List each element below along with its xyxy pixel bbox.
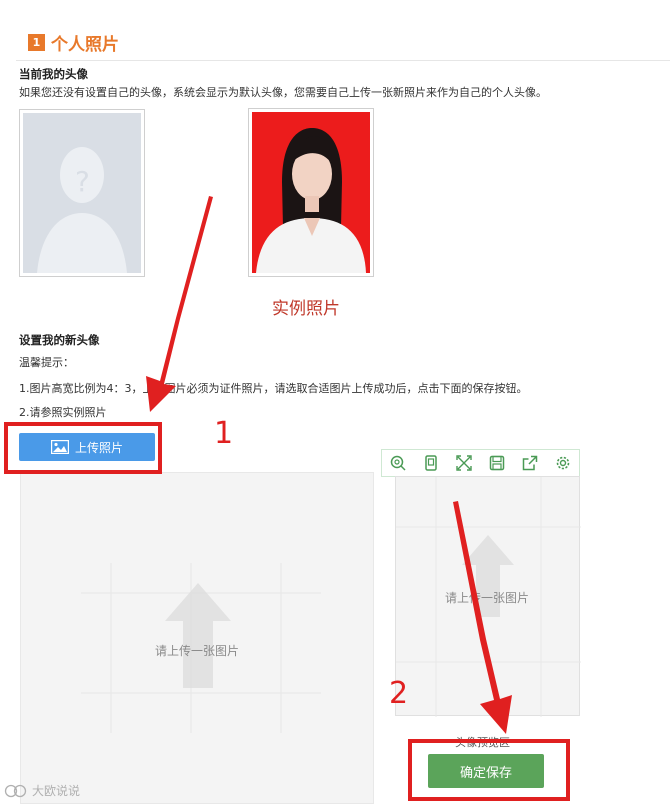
share-icon[interactable] bbox=[520, 453, 540, 473]
tips-label: 温馨提示： bbox=[19, 356, 74, 369]
save-icon[interactable] bbox=[487, 453, 507, 473]
annotation-step-1: 1 bbox=[214, 416, 234, 451]
zoom-icon[interactable] bbox=[388, 453, 408, 473]
tip-2: 2.请参照实例照片 bbox=[19, 406, 107, 419]
avatar-preview-area: 请上传一张图片 bbox=[395, 476, 581, 717]
upload-arrow-icon bbox=[165, 583, 231, 688]
annotation-step-2: 2 bbox=[389, 676, 409, 711]
svg-text:?: ? bbox=[75, 165, 90, 198]
example-portrait-image bbox=[252, 112, 370, 273]
current-avatar-description: 如果您还没有设置自己的头像，系统会显示为默认头像，您需要自己上传一张新照片来作为… bbox=[19, 86, 547, 99]
crop-grid bbox=[81, 563, 321, 733]
annotation-box-upload bbox=[4, 422, 162, 474]
fullscreen-icon[interactable] bbox=[454, 453, 474, 473]
section-title: 个人照片 bbox=[51, 35, 119, 55]
tip-1: 1.图片高宽比例为4：3，上传图片必须为证件照片，请选取合适图片上传成功后，点击… bbox=[19, 382, 528, 395]
watermark: 大欧说说 bbox=[4, 782, 80, 799]
preview-placeholder-text: 请上传一张图片 bbox=[445, 591, 530, 605]
current-avatar-heading: 当前我的头像 bbox=[19, 67, 88, 81]
example-photo bbox=[248, 108, 374, 277]
crop-icon[interactable] bbox=[421, 453, 441, 473]
image-toolbar bbox=[381, 449, 580, 477]
header-divider bbox=[16, 60, 670, 61]
default-avatar: ? bbox=[19, 109, 145, 277]
watermark-logo-icon bbox=[4, 784, 28, 798]
annotation-box-save bbox=[408, 739, 570, 801]
new-avatar-heading: 设置我的新头像 bbox=[19, 333, 100, 347]
crop-placeholder-text: 请上传一张图片 bbox=[155, 644, 240, 658]
image-crop-area[interactable]: 请上传一张图片 bbox=[20, 472, 374, 804]
settings-icon[interactable] bbox=[553, 453, 573, 473]
section-number-badge: 1 bbox=[28, 34, 45, 51]
section-header: 1 个人照片 bbox=[28, 30, 119, 55]
example-photo-caption: 实例照片 bbox=[272, 299, 340, 319]
watermark-text: 大欧说说 bbox=[32, 784, 81, 798]
default-avatar-silhouette-icon: ? bbox=[23, 113, 141, 273]
